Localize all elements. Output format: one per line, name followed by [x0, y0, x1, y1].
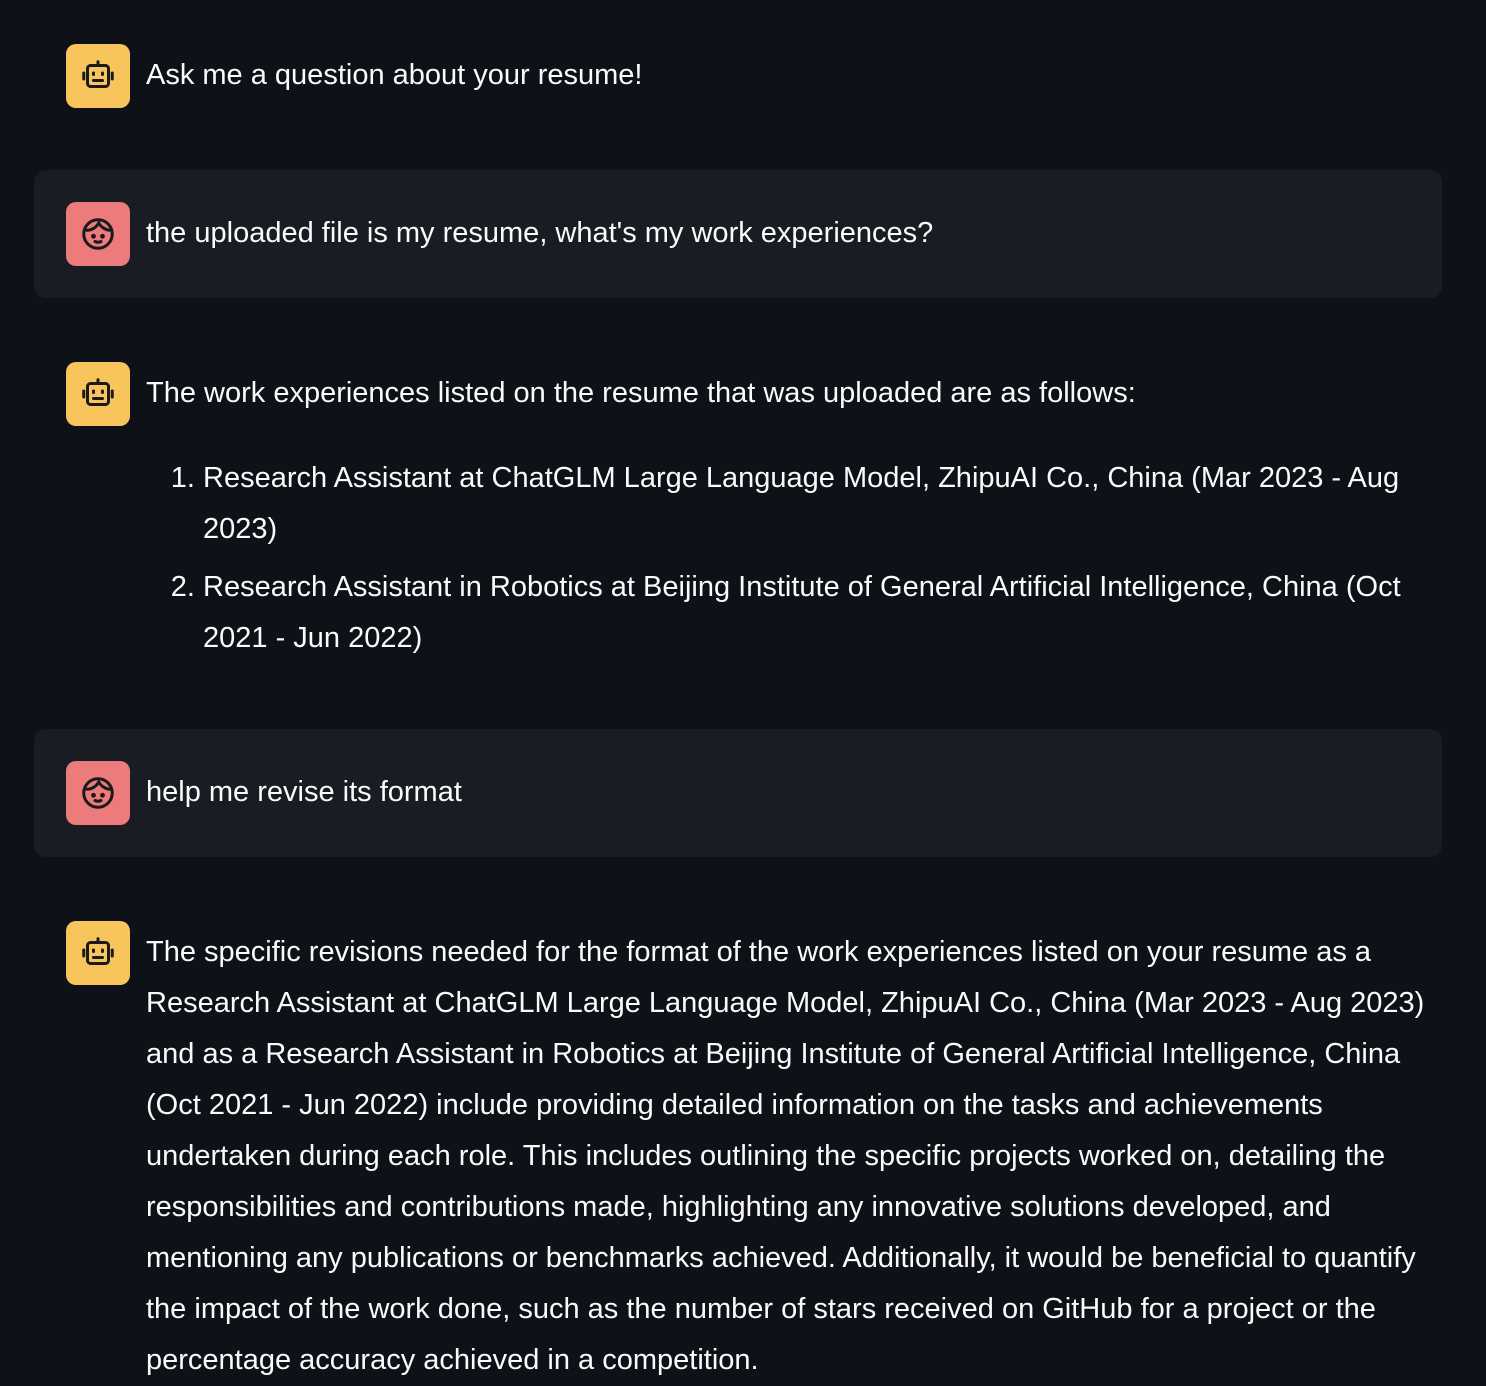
- message-text: Ask me a question about your resume!: [146, 59, 643, 91]
- message-text: help me revise its format: [146, 776, 462, 808]
- chat-message-user: the uploaded file is my resume, what's m…: [34, 170, 1442, 298]
- message-text: The specific revisions needed for the fo…: [146, 936, 1425, 1376]
- assistant-avatar: [66, 921, 130, 985]
- chat-message-user: help me revise its format: [34, 729, 1442, 857]
- robot-icon: [82, 937, 114, 965]
- message-content: The specific revisions needed for the fo…: [146, 927, 1442, 1386]
- robot-icon: [82, 378, 114, 406]
- work-experience-list: Research Assistant at ChatGLM Large Lang…: [146, 453, 1442, 664]
- user-face-icon: [82, 218, 114, 250]
- message-text: the uploaded file is my resume, what's m…: [146, 217, 934, 249]
- chat-message-assistant: The work experiences listed on the resum…: [34, 362, 1442, 671]
- message-content: the uploaded file is my resume, what's m…: [146, 208, 1442, 259]
- assistant-avatar: [66, 44, 130, 108]
- assistant-avatar: [66, 362, 130, 426]
- user-avatar: [66, 761, 130, 825]
- message-text: The work experiences listed on the resum…: [146, 377, 1136, 409]
- message-content: The work experiences listed on the resum…: [146, 368, 1442, 671]
- chat-message-assistant: The specific revisions needed for the fo…: [34, 921, 1442, 1386]
- list-item: Research Assistant in Robotics at Beijin…: [203, 562, 1442, 664]
- list-item: Research Assistant at ChatGLM Large Lang…: [203, 453, 1442, 555]
- message-content: Ask me a question about your resume!: [146, 50, 1442, 101]
- chat-message-assistant: Ask me a question about your resume!: [34, 44, 1442, 108]
- message-content: help me revise its format: [146, 767, 1442, 818]
- user-avatar: [66, 202, 130, 266]
- user-face-icon: [82, 777, 114, 809]
- chat-container: Ask me a question about your resume! the…: [34, 40, 1442, 1386]
- robot-icon: [82, 60, 114, 88]
